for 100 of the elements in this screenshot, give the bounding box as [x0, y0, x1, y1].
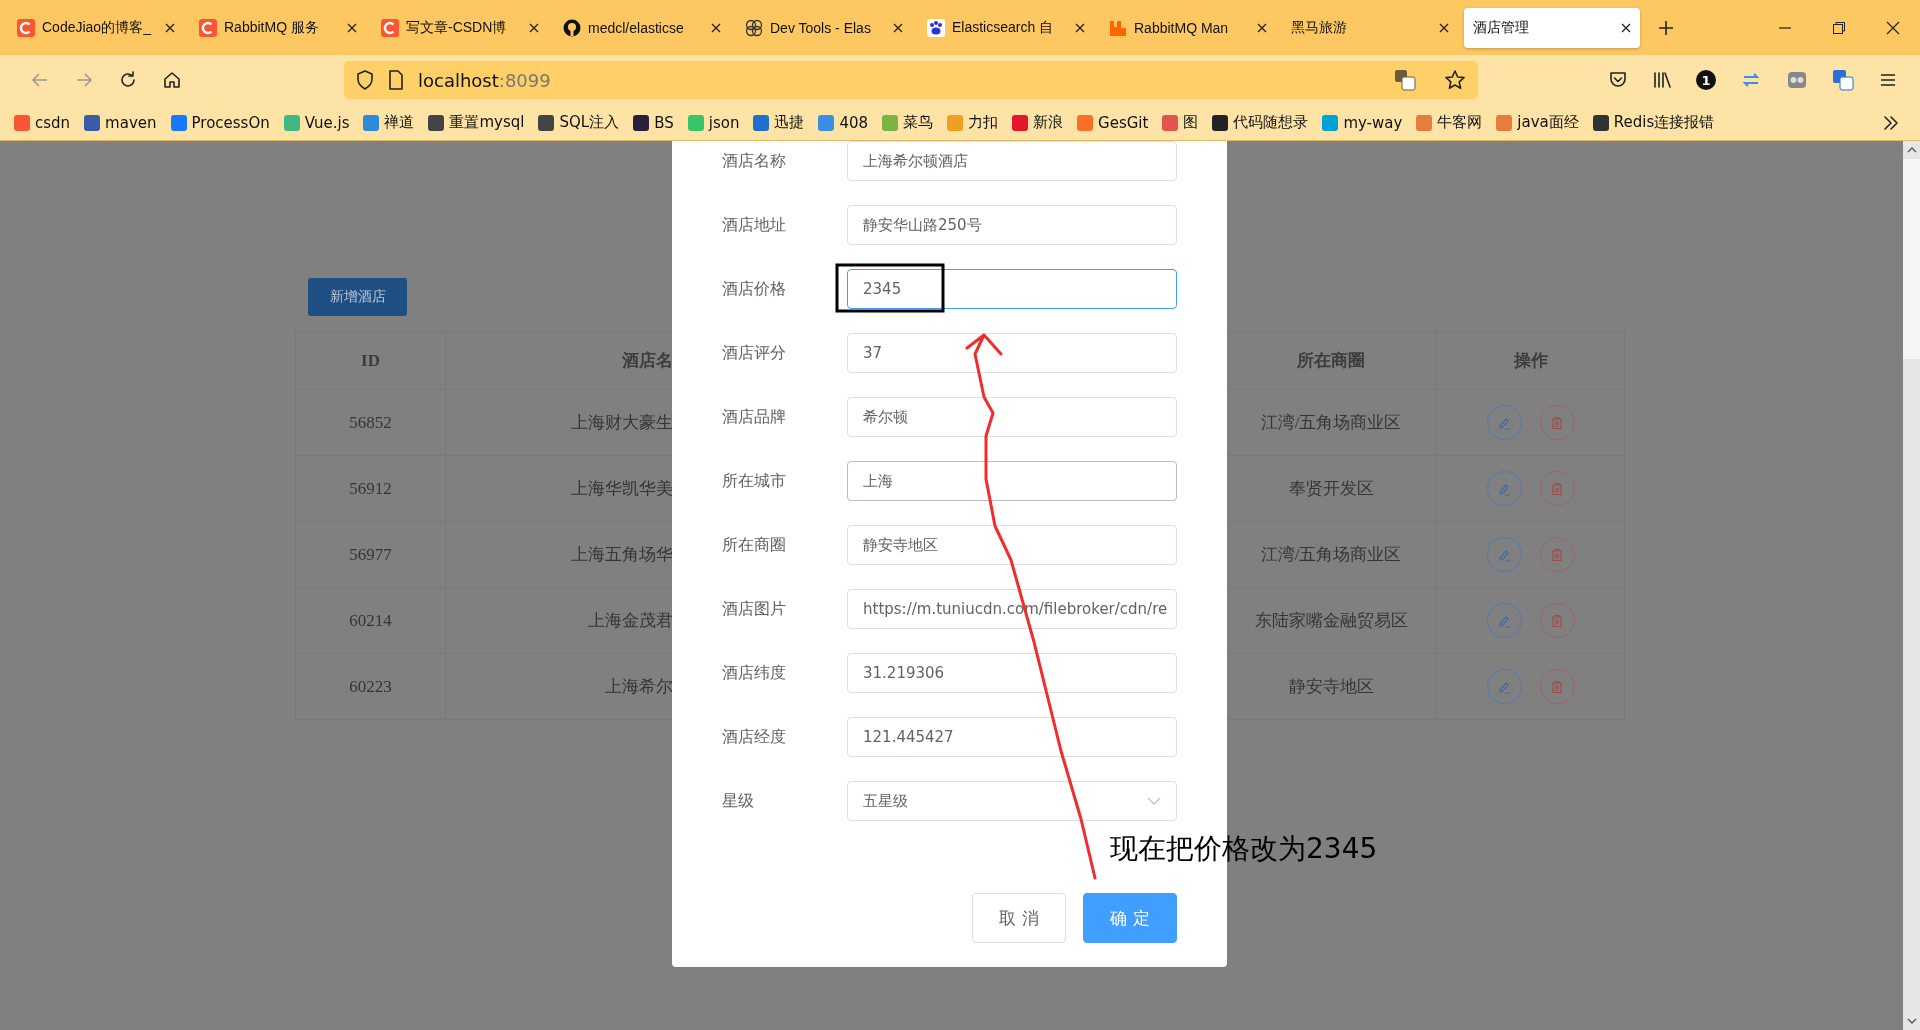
field-label: 酒店评分	[722, 342, 787, 364]
trash-icon	[1550, 613, 1564, 628]
trash-icon	[1550, 679, 1564, 694]
bookmark-item[interactable]: ProcessOn	[170, 113, 270, 132]
bookmark-item[interactable]: 力扣	[947, 113, 999, 132]
input-field[interactable]: 121.445427	[847, 717, 1177, 757]
input-field[interactable]: 静安华山路250号	[847, 205, 1177, 245]
table-cell: 江湾/五角场商业区	[1227, 522, 1436, 588]
browser-tab[interactable]: 酒店管理	[1464, 7, 1640, 48]
bookmark-item[interactable]: 重置mysql	[428, 113, 525, 132]
bookmark-icon	[882, 114, 899, 131]
chevron-down-icon	[1147, 797, 1161, 805]
field-label: 酒店纬度	[722, 662, 787, 684]
bookmark-item[interactable]: json	[687, 113, 740, 132]
paw-icon	[927, 18, 945, 37]
bookmark-icon	[1077, 114, 1094, 131]
bookmark-item[interactable]: GesGit	[1077, 113, 1149, 132]
browser-tab[interactable]: CodeJiao的博客_	[8, 7, 184, 48]
restore-icon[interactable]	[1832, 20, 1846, 35]
close-icon[interactable]	[165, 22, 175, 33]
browser-tab[interactable]: Elasticsearch 自	[918, 7, 1094, 48]
close-icon[interactable]	[1439, 22, 1449, 33]
new-tab-icon[interactable]	[1658, 19, 1674, 36]
chevron-icon[interactable]	[1882, 113, 1900, 132]
scrollbar[interactable]	[1903, 141, 1920, 1030]
close-icon[interactable]	[529, 22, 539, 33]
bookmark-item[interactable]: SQL注入	[538, 113, 620, 132]
close-icon[interactable]	[1886, 20, 1900, 35]
bookmark-icon	[1592, 114, 1609, 131]
bookmark-item[interactable]: 图	[1162, 113, 1199, 132]
star-icon[interactable]	[1444, 69, 1466, 91]
cancel-button[interactable]: 取 消	[972, 893, 1066, 943]
translate-icon[interactable]	[1394, 69, 1416, 91]
bookmark-icon	[1322, 114, 1339, 131]
bookmark-item[interactable]: csdn	[14, 113, 71, 132]
shield-icon	[356, 70, 374, 90]
close-icon[interactable]	[347, 22, 357, 33]
bookmark-icon	[363, 114, 380, 131]
input-field[interactable]: 希尔顿	[847, 397, 1177, 437]
extension-badge[interactable]: 1	[1696, 70, 1716, 90]
browser-tab[interactable]: Dev Tools - Elas	[736, 7, 912, 48]
browser-tab[interactable]: 黑马旅游	[1282, 7, 1458, 48]
address-bar[interactable]: localhost:8099	[344, 61, 1478, 99]
input-field[interactable]: 上海	[847, 461, 1177, 501]
tab-title: 黑马旅游	[1291, 18, 1348, 37]
reload-icon[interactable]	[118, 70, 138, 90]
browser-tab[interactable]: RabbitMQ Man	[1100, 7, 1276, 48]
browser-tab[interactable]: 写文章-CSDN博	[372, 7, 548, 48]
input-field[interactable]: 2345	[847, 269, 1177, 309]
scroll-up-icon[interactable]	[1906, 147, 1917, 153]
home-icon[interactable]	[162, 70, 182, 90]
field-label: 所在商圈	[722, 534, 787, 556]
input-field[interactable]: 31.219306	[847, 653, 1177, 693]
bookmark-item[interactable]: 408	[818, 113, 869, 132]
bookmark-icon	[947, 114, 964, 131]
bookmark-item[interactable]: Redis连接报错	[1592, 113, 1715, 132]
bookmark-icon	[687, 114, 704, 131]
tab-title: 写文章-CSDN博	[406, 18, 508, 37]
table-cell-text: 上海希尔	[604, 676, 673, 698]
select-field[interactable]: 五星级	[847, 781, 1177, 821]
input-field[interactable]: 上海希尔顿酒店	[847, 141, 1177, 181]
translate-icon[interactable]	[1832, 69, 1854, 91]
mask-icon[interactable]	[1786, 69, 1808, 91]
bookmark-item[interactable]: Vue.js	[283, 113, 350, 132]
column-header: 所在商圈	[1227, 332, 1436, 390]
bookmark-item[interactable]: BS	[633, 113, 674, 132]
library-icon[interactable]	[1652, 70, 1672, 90]
bookmark-item[interactable]: java面经	[1496, 113, 1579, 132]
bookmark-icon	[283, 114, 300, 131]
tab-title: RabbitMQ 服务	[224, 18, 320, 37]
bookmark-item[interactable]: 菜鸟	[882, 113, 934, 132]
input-field[interactable]: 静安寺地区	[847, 525, 1177, 565]
browser-tab[interactable]: medcl/elasticse	[554, 7, 730, 48]
table-cell: 奉贤开发区	[1227, 456, 1436, 522]
close-icon[interactable]	[1621, 22, 1631, 33]
close-icon[interactable]	[711, 22, 721, 33]
close-icon[interactable]	[1075, 22, 1085, 33]
scroll-down-icon[interactable]	[1906, 1018, 1917, 1024]
bookmark-item[interactable]: 新浪	[1012, 113, 1064, 132]
bookmark-icon	[1012, 114, 1029, 131]
bookmark-item[interactable]: 代码随想录	[1212, 113, 1309, 132]
add-hotel-button[interactable]: 新增酒店	[308, 278, 407, 316]
pocket-icon[interactable]	[1608, 70, 1628, 90]
bookmark-item[interactable]: 牛客网	[1416, 113, 1483, 132]
bookmark-icon	[633, 114, 650, 131]
bookmark-item[interactable]: maven	[84, 113, 157, 132]
github-logo-icon	[563, 18, 581, 37]
table-cell: 56912	[296, 456, 446, 522]
scrollbar-thumb[interactable]	[1903, 159, 1920, 359]
bookmark-icon	[818, 114, 835, 131]
address-text: localhost:8099	[418, 69, 551, 91]
close-icon[interactable]	[893, 22, 903, 33]
close-icon[interactable]	[1257, 22, 1267, 33]
field-label: 星级	[722, 790, 755, 812]
bookmark-item[interactable]: 禅道	[363, 113, 415, 132]
browser-tab[interactable]: RabbitMQ 服务	[190, 7, 366, 48]
bookmark-item[interactable]: my-way	[1322, 113, 1403, 132]
bookmark-item[interactable]: 迅捷	[753, 113, 805, 132]
input-field[interactable]: 37	[847, 333, 1177, 373]
cluster-icon	[745, 18, 763, 37]
